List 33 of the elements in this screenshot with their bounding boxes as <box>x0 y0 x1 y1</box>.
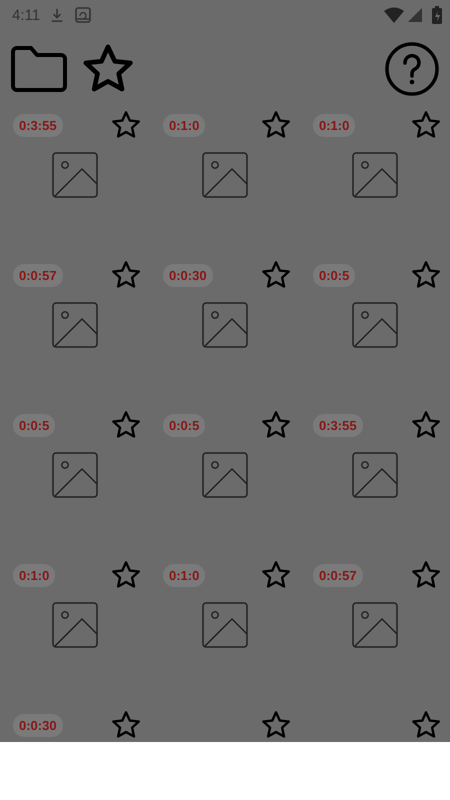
duration-badge: 0:1:0 <box>163 114 206 136</box>
image-placeholder-icon[interactable] <box>352 302 398 348</box>
duration-badge: 0:1:0 <box>13 564 56 586</box>
duration-badge: 0:0:5 <box>313 264 356 286</box>
image-placeholder-icon[interactable] <box>202 602 248 648</box>
download-icon <box>50 6 64 24</box>
signal-icon <box>408 6 422 24</box>
duration-badge: 0:0:30 <box>163 264 213 286</box>
duration-badge: 0:0:30 <box>13 714 63 736</box>
image-placeholder-icon[interactable] <box>52 152 98 198</box>
storage-icon <box>74 6 92 24</box>
folder-icon[interactable] <box>10 44 68 94</box>
duration-badge: 0:1:0 <box>313 114 356 136</box>
image-placeholder-icon[interactable] <box>352 602 398 648</box>
image-placeholder-icon[interactable] <box>202 452 248 498</box>
image-placeholder-icon[interactable] <box>52 452 98 498</box>
image-placeholder-icon[interactable] <box>52 302 98 348</box>
image-placeholder-icon[interactable] <box>352 452 398 498</box>
help-icon[interactable] <box>384 41 440 97</box>
duration-badge: 0:0:57 <box>13 264 63 286</box>
duration-badge: 0:0:5 <box>163 414 206 436</box>
duration-badge: 0:0:5 <box>13 414 56 436</box>
status-time: 4:11 <box>12 6 40 24</box>
wifi-icon <box>384 6 404 24</box>
duration-badge: 0:1:0 <box>163 564 206 586</box>
duration-badge: 0:0:57 <box>313 564 363 586</box>
image-placeholder-icon[interactable] <box>202 152 248 198</box>
battery-icon <box>432 6 442 24</box>
image-placeholder-icon[interactable] <box>352 152 398 198</box>
duration-badge: 0:3:55 <box>13 114 63 136</box>
image-placeholder-icon[interactable] <box>202 302 248 348</box>
image-placeholder-icon[interactable] <box>52 602 98 648</box>
duration-badge: 0:3:55 <box>313 414 363 436</box>
